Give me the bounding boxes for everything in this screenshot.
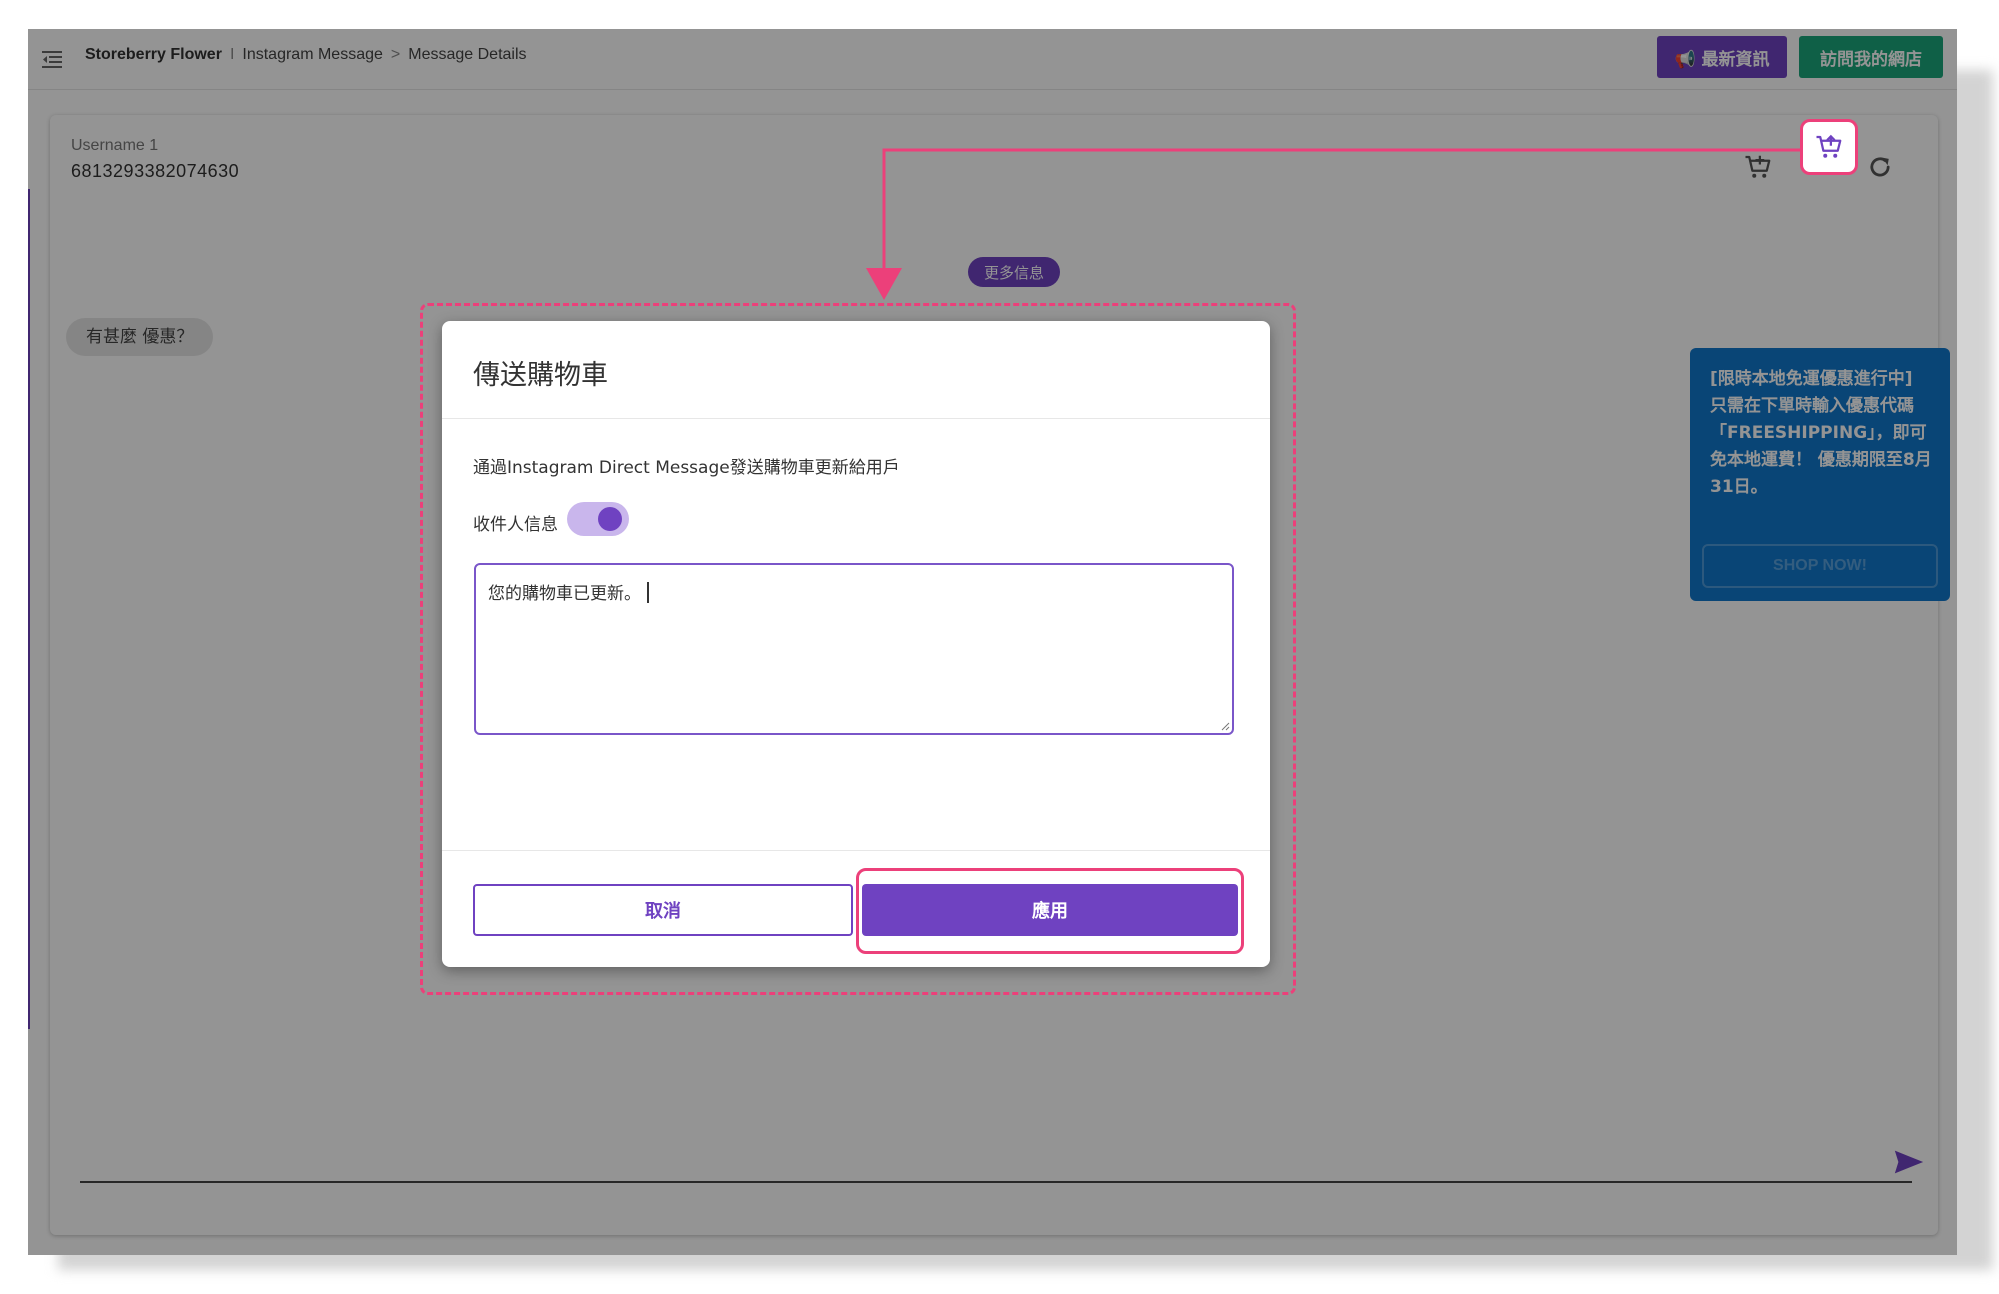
message-textarea[interactable]: 您的購物車已更新。 <box>474 563 1234 735</box>
dialog-divider <box>442 418 1270 419</box>
recipient-info-label: 收件人信息 <box>473 515 558 535</box>
apply-button[interactable]: 應用 <box>862 884 1238 936</box>
send-cart-button[interactable] <box>1800 119 1858 175</box>
resize-grip-icon[interactable] <box>1220 721 1230 731</box>
send-cart-dialog: 傳送購物車 通過Instagram Direct Message發送購物車更新給… <box>442 321 1270 967</box>
text-caret <box>647 582 649 603</box>
dialog-title: 傳送購物車 <box>473 360 608 391</box>
cart-send-icon <box>1816 134 1842 158</box>
dialog-description: 通過Instagram Direct Message發送購物車更新給用戶 <box>473 458 900 478</box>
message-text: 您的購物車已更新。 <box>488 584 641 604</box>
toggle-knob <box>598 507 622 531</box>
dialog-footer-divider <box>442 850 1270 851</box>
cancel-button[interactable]: 取消 <box>473 884 853 936</box>
recipient-info-toggle[interactable] <box>567 502 629 536</box>
